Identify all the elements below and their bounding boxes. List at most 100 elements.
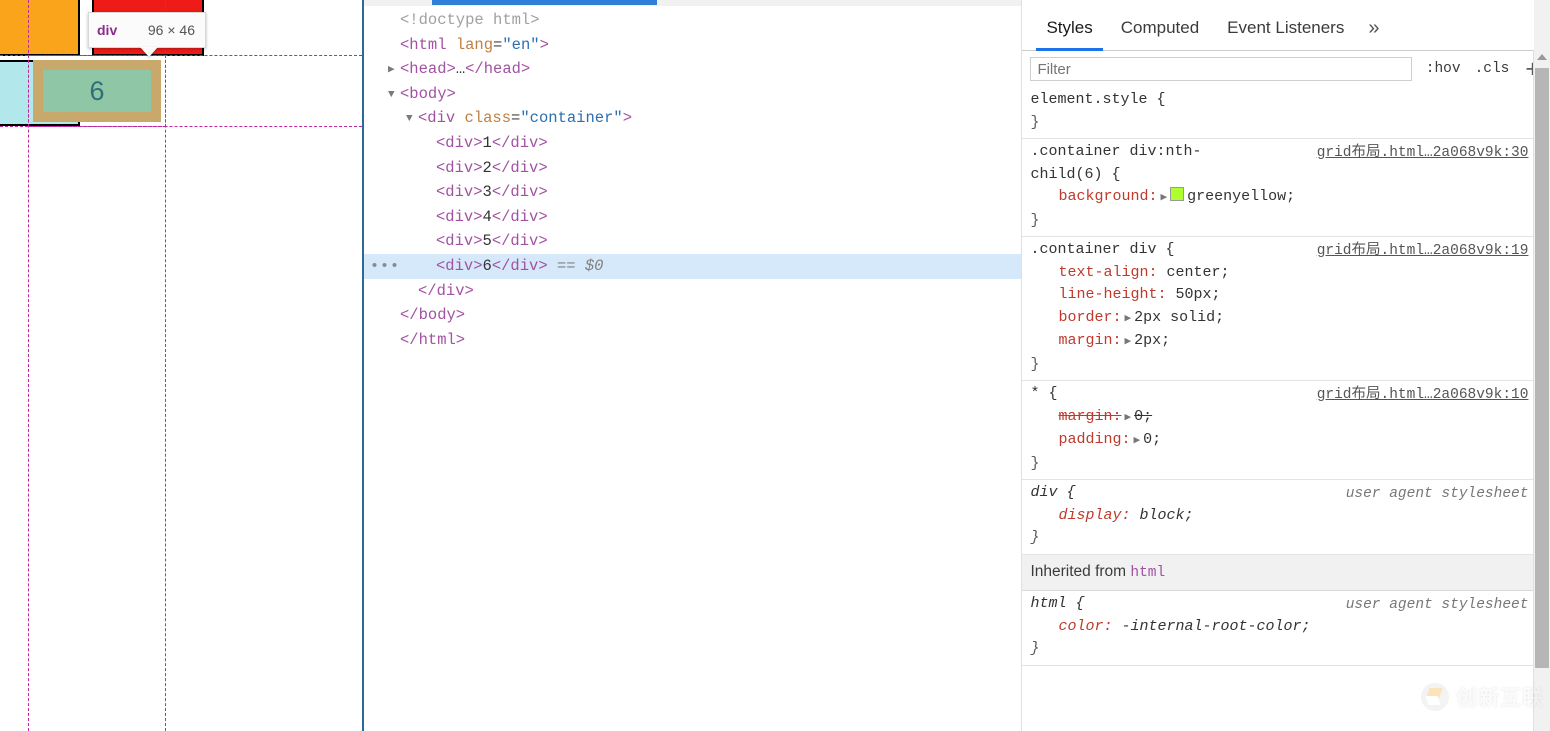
css-rule-close-brace: }: [1030, 113, 1040, 131]
css-selector[interactable]: * {: [1030, 383, 1270, 406]
css-selector[interactable]: .container div {: [1030, 239, 1270, 262]
tooltip-tag-name: div: [97, 22, 118, 38]
inspector-size-tooltip: div 96 × 46: [88, 12, 206, 48]
dom-tree-row[interactable]: <html lang="en">: [364, 33, 1021, 58]
css-property-value[interactable]: greenyellow;: [1187, 188, 1295, 205]
css-property-value[interactable]: 0;: [1134, 408, 1152, 425]
expand-shorthand-icon[interactable]: ▶: [1130, 435, 1143, 447]
css-rule[interactable]: user agent stylesheet html {color: -inter…: [1022, 591, 1535, 666]
dom-tree-row[interactable]: ••• <div>6</div> == $0: [364, 253, 1022, 280]
css-property-value[interactable]: 2px;: [1134, 332, 1170, 349]
css-property-name[interactable]: background:: [1030, 188, 1157, 205]
dom-tree-row[interactable]: <div>4</div>: [364, 205, 1021, 230]
dom-tree-row[interactable]: ▼ <div class="container">: [364, 106, 1021, 132]
css-declaration[interactable]: background: ▶ greenyellow;: [1030, 186, 1534, 210]
css-property-name[interactable]: padding:: [1030, 431, 1130, 448]
css-property-name[interactable]: display:: [1030, 507, 1130, 524]
css-source-link[interactable]: grid布局.html…2a068v9k:19: [1317, 240, 1529, 263]
css-rule[interactable]: grid布局.html…2a068v9k:10 * {margin: ▶ 0; padd…: [1022, 381, 1535, 480]
css-property-name[interactable]: line-height:: [1030, 286, 1166, 303]
styles-panel-scrollbar[interactable]: [1533, 50, 1550, 731]
color-swatch-icon[interactable]: [1170, 187, 1185, 201]
css-rule[interactable]: grid布局.html…2a068v9k:19 .container div {t…: [1022, 237, 1535, 381]
css-declaration[interactable]: line-height: 50px;: [1030, 284, 1534, 307]
css-declaration[interactable]: margin: ▶ 0;: [1030, 406, 1534, 430]
dom-panel-scroll-thumb[interactable]: [432, 0, 657, 5]
dom-row-menu-icon[interactable]: •••: [370, 255, 400, 280]
css-property-value[interactable]: center;: [1166, 264, 1229, 281]
grid-cell-six-label: 6: [43, 70, 151, 112]
expand-shorthand-icon[interactable]: ▶: [1121, 336, 1134, 348]
css-rule-close-brace: }: [1030, 529, 1040, 546]
css-property-name[interactable]: margin:: [1030, 332, 1121, 349]
styles-scrollbar-corner: [1534, 0, 1550, 50]
css-property-value[interactable]: 0;: [1143, 431, 1161, 448]
css-selector[interactable]: element.style {: [1030, 89, 1534, 112]
css-property-name[interactable]: border:: [1030, 309, 1121, 326]
inspector-tooltip-arrow: [140, 47, 158, 57]
css-property-name[interactable]: text-align:: [1030, 264, 1157, 281]
expand-shorthand-icon[interactable]: ▶: [1121, 313, 1134, 325]
css-declaration[interactable]: display: block;: [1030, 505, 1534, 528]
inherited-from-header: Inherited from html: [1022, 554, 1535, 591]
expand-shorthand-icon[interactable]: ▶: [1121, 412, 1134, 424]
hov-toggle-button[interactable]: :hov: [1426, 61, 1461, 77]
highlight-padding-box: 6: [33, 60, 161, 122]
css-property-value[interactable]: 50px;: [1175, 286, 1220, 303]
cls-toggle-button[interactable]: .cls: [1475, 61, 1510, 77]
dom-row-twisty-icon[interactable]: ▶: [388, 58, 400, 83]
css-property-value[interactable]: block;: [1139, 507, 1193, 524]
styles-panel: StylesComputedEvent Listeners» :hov .cls…: [1022, 0, 1550, 731]
css-declaration[interactable]: border: ▶ 2px solid;: [1030, 307, 1534, 331]
dom-tree[interactable]: <!doctype html> <html lang="en"> ▶ <head>…<…: [364, 8, 1022, 352]
styles-scrollbar-thumb[interactable]: [1535, 68, 1549, 668]
css-rules-list: element.style {} grid布局.html…2a068v9k:30.…: [1022, 87, 1535, 731]
dom-panel-scroll-rail[interactable]: [364, 0, 1022, 6]
dom-tree-row[interactable]: <div>3</div>: [364, 180, 1021, 205]
css-property-value[interactable]: 2px solid;: [1134, 309, 1224, 326]
css-rule[interactable]: grid布局.html…2a068v9k:30 .container div:nt…: [1022, 139, 1535, 237]
dom-tree-row[interactable]: <div>5</div>: [364, 229, 1021, 254]
dom-row-twisty-icon[interactable]: ▼: [388, 83, 400, 108]
css-declaration[interactable]: padding: ▶ 0;: [1030, 429, 1534, 453]
css-rule-close-brace: }: [1030, 355, 1040, 373]
css-rule[interactable]: element.style {}: [1022, 87, 1535, 139]
css-source-link[interactable]: grid布局.html…2a068v9k:10: [1317, 384, 1529, 407]
css-property-value[interactable]: -internal-root-color;: [1121, 618, 1310, 635]
css-rule[interactable]: user agent stylesheet div {display: block…: [1022, 480, 1535, 555]
css-rule-close-brace: }: [1030, 211, 1040, 229]
dom-row-twisty-icon[interactable]: ▼: [406, 107, 418, 132]
inherited-label: Inherited from: [1030, 562, 1127, 580]
css-property-name[interactable]: color:: [1030, 618, 1112, 635]
css-declaration[interactable]: margin: ▶ 2px;: [1030, 330, 1534, 354]
dom-tree-row[interactable]: </html>: [364, 328, 1021, 353]
css-declaration[interactable]: text-align: center;: [1030, 262, 1534, 285]
dom-tree-row[interactable]: <div>2</div>: [364, 156, 1021, 181]
dom-tree-row[interactable]: </body>: [364, 303, 1021, 328]
scroll-up-arrow-icon[interactable]: [1537, 54, 1547, 60]
dom-tree-row[interactable]: <!doctype html>: [364, 8, 1021, 33]
grid-cell-orange[interactable]: [0, 0, 80, 56]
dom-tree-row[interactable]: ▶ <head>…</head>: [364, 57, 1021, 83]
tab-styles[interactable]: Styles: [1032, 18, 1106, 51]
css-declaration[interactable]: color: -internal-root-color;: [1030, 616, 1534, 639]
css-property-name[interactable]: margin:: [1030, 408, 1121, 425]
dom-tree-row[interactable]: <div>1</div>: [364, 131, 1021, 156]
css-selector[interactable]: html {: [1030, 593, 1270, 616]
tooltip-dimensions: 96 × 46: [147, 22, 195, 38]
styles-panel-tabs: Styles Computed Event Listeners»: [1022, 0, 1550, 51]
user-agent-label: user agent stylesheet: [1345, 597, 1529, 613]
tab-event-listeners[interactable]: Event Listeners: [1213, 18, 1358, 50]
css-selector[interactable]: div {: [1030, 482, 1270, 505]
css-source-link[interactable]: grid布局.html…2a068v9k:30: [1317, 142, 1529, 165]
styles-filter-input[interactable]: [1030, 57, 1412, 81]
expand-shorthand-icon[interactable]: ▶: [1157, 192, 1170, 204]
css-selector[interactable]: .container div:nth-child(6) {: [1030, 141, 1270, 186]
inspected-element-highlight[interactable]: 6: [28, 55, 166, 127]
styles-filter-bar: :hov .cls +: [1022, 51, 1550, 88]
inherited-source[interactable]: html: [1130, 565, 1165, 581]
more-tabs-icon[interactable]: »: [1358, 17, 1389, 50]
tab-computed[interactable]: Computed: [1107, 18, 1213, 50]
dom-tree-row[interactable]: ▼ <body>: [364, 82, 1021, 108]
dom-tree-row[interactable]: </div>: [364, 279, 1021, 304]
